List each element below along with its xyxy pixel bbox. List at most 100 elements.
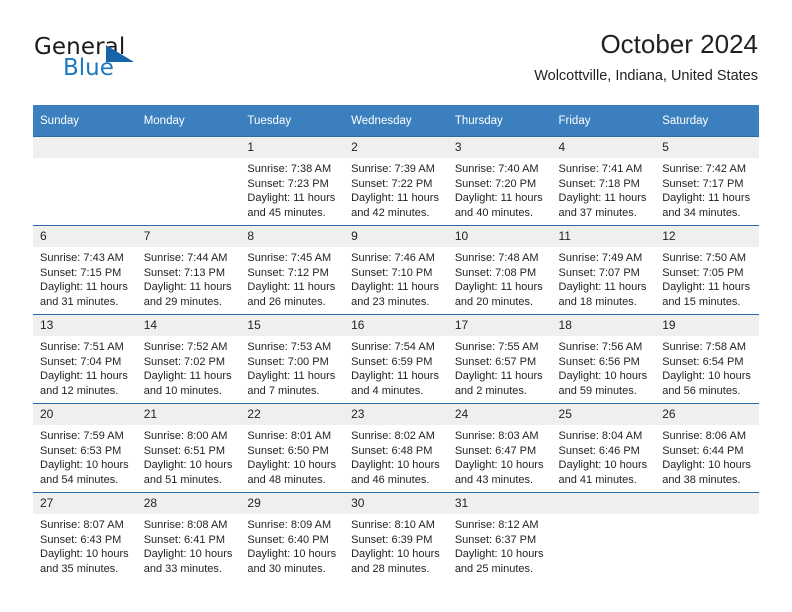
day-details: Sunrise: 8:03 AM Sunset: 6:47 PM Daylight:… [448, 425, 552, 487]
sunset-text: Sunset: 7:07 PM [558, 266, 640, 279]
sunrise-text: Sunrise: 7:59 AM [40, 430, 124, 442]
calendar-day-cell[interactable]: 24 Sunrise: 8:03 AM Sunset: 6:47 PM Dayligh… [447, 403, 552, 493]
daylight-text: Daylight: 11 hours and 2 minutes. [454, 370, 543, 397]
calendar-day-cell[interactable]: 28 Sunrise: 8:08 AM Sunset: 6:41 PM Dayligh… [136, 492, 241, 581]
weekday-header-monday: Monday [136, 105, 241, 137]
daylight-text: Daylight: 11 hours and 42 minutes. [351, 192, 439, 219]
calendar-day-cell[interactable]: 8 Sunrise: 7:45 AM Sunset: 7:12 PM Daylight… [240, 225, 345, 315]
calendar-day-cell[interactable]: 30 Sunrise: 8:10 AM Sunset: 6:39 PM Dayligh… [344, 492, 448, 581]
calendar-day-cell[interactable]: 17 Sunrise: 7:55 AM Sunset: 6:57 PM Dayligh… [447, 314, 552, 404]
calendar-day-cell[interactable]: 10 Sunrise: 7:48 AM Sunset: 7:08 PM Dayligh… [447, 225, 552, 315]
sunset-text: Sunset: 6:43 PM [40, 533, 122, 546]
sunset-text: Sunset: 6:50 PM [247, 444, 329, 457]
sunrise-text: Sunrise: 7:45 AM [247, 252, 332, 264]
day-details: Sunrise: 8:07 AM Sunset: 6:43 PM Daylight:… [33, 514, 137, 576]
calendar-day-cell[interactable]: 2 Sunrise: 7:39 AM Sunset: 7:22 PM Daylight… [344, 136, 448, 226]
day-details: Sunrise: 7:39 AM Sunset: 7:22 PM Daylight:… [344, 158, 448, 220]
day-details: Sunrise: 7:49 AM Sunset: 7:07 PM Daylight:… [552, 247, 656, 309]
day-details: Sunrise: 7:41 AM Sunset: 7:18 PM Daylight:… [552, 158, 656, 220]
sunset-text: Sunset: 7:10 PM [351, 266, 433, 279]
daylight-text: Daylight: 11 hours and 40 minutes. [454, 192, 543, 219]
calendar-day-cell[interactable]: 21 Sunrise: 8:00 AM Sunset: 6:51 PM Dayligh… [136, 403, 241, 493]
calendar-day-cell[interactable]: 20 Sunrise: 7:59 AM Sunset: 6:53 PM Dayligh… [33, 403, 137, 493]
daylight-text: Daylight: 11 hours and 26 minutes. [247, 281, 336, 308]
page-subtitle: Wolcottville, Indiana, United States [534, 68, 758, 84]
day-number: 9 [344, 226, 448, 247]
daylight-text: Daylight: 11 hours and 23 minutes. [351, 281, 439, 308]
daylight-text: Daylight: 11 hours and 45 minutes. [247, 192, 336, 219]
calendar-day-cell[interactable]: 7 Sunrise: 7:44 AM Sunset: 7:13 PM Daylight… [136, 225, 241, 315]
calendar-day-cell[interactable]: 12 Sunrise: 7:50 AM Sunset: 7:05 PM Dayligh… [655, 225, 759, 315]
calendar-day-cell[interactable]: 19 Sunrise: 7:58 AM Sunset: 6:54 PM Dayligh… [655, 314, 759, 404]
sunrise-text: Sunrise: 8:09 AM [247, 519, 332, 531]
daylight-text: Daylight: 11 hours and 12 minutes. [40, 370, 128, 397]
day-details: Sunrise: 8:04 AM Sunset: 6:46 PM Daylight:… [552, 425, 656, 487]
day-details: Sunrise: 7:53 AM Sunset: 7:00 PM Daylight:… [240, 336, 344, 398]
day-number: 28 [136, 493, 241, 514]
daylight-text: Daylight: 11 hours and 10 minutes. [143, 370, 232, 397]
day-number: 31 [447, 493, 552, 514]
sunrise-text: Sunrise: 7:56 AM [558, 341, 643, 353]
day-number: 13 [33, 315, 137, 336]
calendar-day-cell[interactable]: 23 Sunrise: 8:02 AM Sunset: 6:48 PM Dayligh… [344, 403, 448, 493]
calendar-day-cell[interactable]: 5 Sunrise: 7:42 AM Sunset: 7:17 PM Daylight… [655, 136, 759, 226]
day-number: 22 [240, 404, 345, 425]
day-details: Sunrise: 7:51 AM Sunset: 7:04 PM Daylight:… [33, 336, 137, 398]
title-block: October 2024 Wolcottville, Indiana, Unit… [534, 28, 758, 86]
day-number [33, 137, 137, 158]
sunrise-text: Sunrise: 7:40 AM [454, 163, 539, 175]
day-details: Sunrise: 8:10 AM Sunset: 6:39 PM Daylight:… [344, 514, 448, 576]
calendar-day-cell[interactable]: 14 Sunrise: 7:52 AM Sunset: 7:02 PM Dayligh… [136, 314, 241, 404]
page-title: October 2024 [600, 29, 758, 59]
sunset-text: Sunset: 6:54 PM [662, 355, 744, 368]
calendar-day-cell[interactable]: 22 Sunrise: 8:01 AM Sunset: 6:50 PM Dayligh… [240, 403, 345, 493]
calendar-day-cell[interactable]: 31 Sunrise: 8:12 AM Sunset: 6:37 PM Dayligh… [447, 492, 552, 581]
day-number: 6 [33, 226, 137, 247]
sunrise-text: Sunrise: 8:02 AM [351, 430, 435, 442]
calendar-day-cell[interactable]: 13 Sunrise: 7:51 AM Sunset: 7:04 PM Dayligh… [33, 314, 137, 404]
day-number: 26 [655, 404, 759, 425]
sunset-text: Sunset: 6:51 PM [143, 444, 226, 457]
day-number: 29 [240, 493, 345, 514]
day-number: 24 [447, 404, 552, 425]
day-number: 15 [240, 315, 345, 336]
calendar-day-cell[interactable]: 15 Sunrise: 7:53 AM Sunset: 7:00 PM Dayligh… [240, 314, 345, 404]
calendar-day-cell[interactable]: 26 Sunrise: 8:06 AM Sunset: 6:44 PM Dayligh… [655, 403, 759, 493]
calendar-day-cell[interactable]: 6 Sunrise: 7:43 AM Sunset: 7:15 PM Daylight… [33, 225, 137, 315]
calendar-day-cell[interactable]: 29 Sunrise: 8:09 AM Sunset: 6:40 PM Dayligh… [240, 492, 345, 581]
sunrise-text: Sunrise: 7:55 AM [454, 341, 539, 353]
sunset-text: Sunset: 7:04 PM [40, 355, 122, 368]
day-details: Sunrise: 8:08 AM Sunset: 6:41 PM Daylight:… [137, 514, 241, 576]
day-details: Sunrise: 7:44 AM Sunset: 7:13 PM Daylight:… [137, 247, 241, 309]
calendar-day-cell[interactable]: 9 Sunrise: 7:46 AM Sunset: 7:10 PM Daylight… [344, 225, 448, 315]
weekday-header-friday: Friday [551, 105, 656, 137]
calendar-day-cell[interactable]: 11 Sunrise: 7:49 AM Sunset: 7:07 PM Dayligh… [551, 225, 656, 315]
calendar-day-cell[interactable]: 3 Sunrise: 7:40 AM Sunset: 7:20 PM Daylight… [447, 136, 552, 226]
sunset-text: Sunset: 7:17 PM [662, 177, 744, 190]
sunset-text: Sunset: 7:23 PM [247, 177, 329, 190]
sunrise-text: Sunrise: 7:48 AM [454, 252, 539, 264]
daylight-text: Daylight: 10 hours and 41 minutes. [558, 459, 648, 486]
general-blue-logo[interactable]: General Blue [34, 34, 244, 90]
calendar-day-cell[interactable]: 18 Sunrise: 7:56 AM Sunset: 6:56 PM Dayligh… [551, 314, 656, 404]
weekday-header-thursday: Thursday [447, 105, 552, 137]
day-number: 16 [344, 315, 448, 336]
calendar-page: General Blue October 2024 Wolcottville, … [0, 0, 792, 612]
weekday-header-tuesday: Tuesday [240, 105, 345, 137]
calendar-day-cell[interactable]: 1 Sunrise: 7:38 AM Sunset: 7:23 PM Daylight… [240, 136, 345, 226]
day-details: Sunrise: 7:52 AM Sunset: 7:02 PM Daylight:… [137, 336, 241, 398]
calendar-day-cell[interactable]: 16 Sunrise: 7:54 AM Sunset: 6:59 PM Dayligh… [344, 314, 448, 404]
day-number: 21 [136, 404, 241, 425]
day-number: 4 [551, 137, 656, 158]
day-details: Sunrise: 7:45 AM Sunset: 7:12 PM Daylight:… [240, 247, 344, 309]
calendar-day-cell[interactable]: 25 Sunrise: 8:04 AM Sunset: 6:46 PM Dayligh… [551, 403, 656, 493]
calendar-table: Sunday Monday Tuesday Wednesday Thursday… [33, 105, 759, 581]
calendar-week-row: 20 Sunrise: 7:59 AM Sunset: 6:53 PM Dayligh… [33, 403, 759, 493]
calendar-day-cell[interactable]: 4 Sunrise: 7:41 AM Sunset: 7:18 PM Daylight… [551, 136, 656, 226]
sunrise-text: Sunrise: 7:38 AM [247, 163, 332, 175]
sunrise-text: Sunrise: 7:44 AM [143, 252, 228, 264]
daylight-text: Daylight: 10 hours and 54 minutes. [40, 459, 129, 486]
sunset-text: Sunset: 6:37 PM [454, 533, 537, 546]
daylight-text: Daylight: 10 hours and 30 minutes. [247, 548, 337, 575]
calendar-day-cell[interactable]: 27 Sunrise: 8:07 AM Sunset: 6:43 PM Dayligh… [33, 492, 137, 581]
